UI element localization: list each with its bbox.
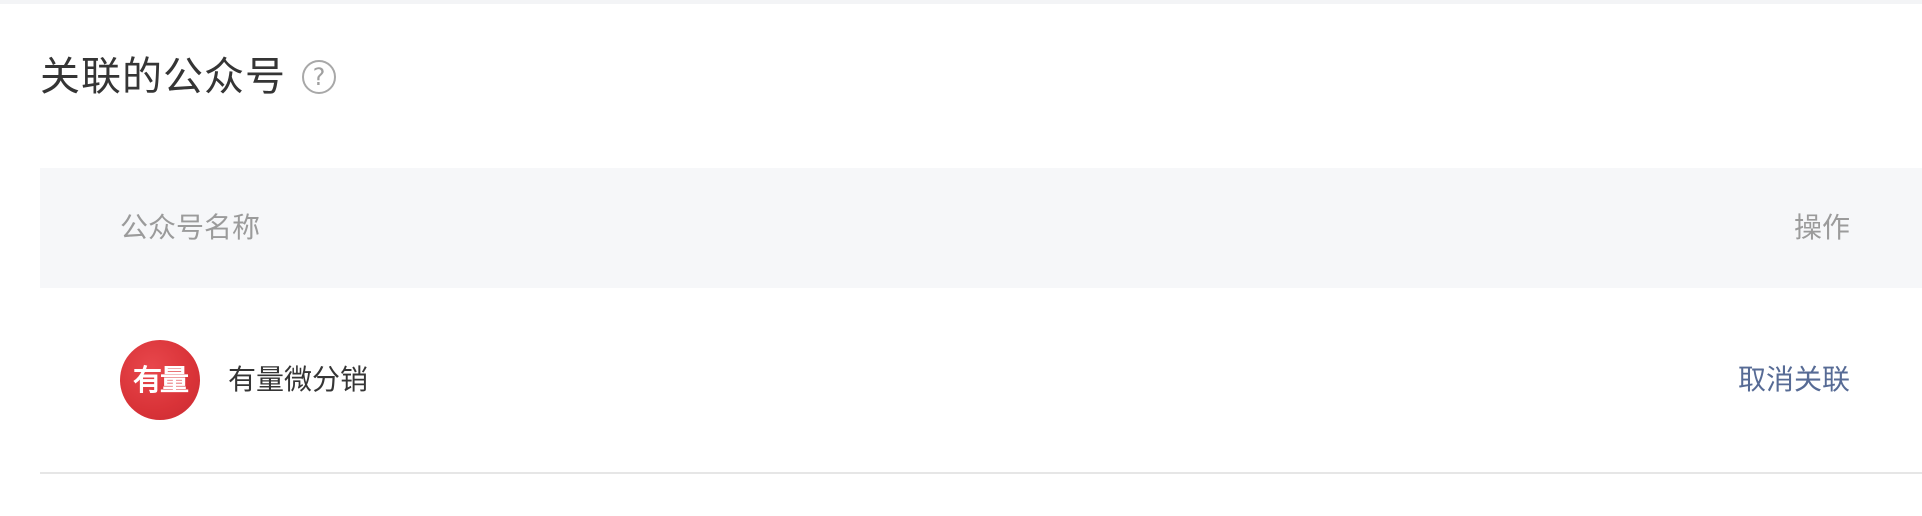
section-title: 关联的公众号: [40, 54, 286, 100]
question-mark-icon[interactable]: ?: [302, 60, 336, 94]
table-row: 有量 有量微分销 取消关联: [40, 288, 1922, 474]
avatar-logo-text: 有量: [132, 362, 189, 397]
section-header: 关联的公众号 ?: [40, 50, 336, 104]
table-header: 公众号名称 操作: [40, 168, 1922, 288]
account-name: 有量微分销: [228, 363, 369, 396]
avatar: 有量: [120, 340, 200, 420]
unlink-button[interactable]: 取消关联: [1738, 288, 1850, 472]
column-header-action: 操作: [1793, 211, 1850, 244]
column-header-name: 公众号名称: [120, 211, 261, 244]
linked-accounts-table: 公众号名称 操作 有量 有量微分销 取消关联: [40, 168, 1922, 474]
top-divider: [0, 0, 1922, 4]
